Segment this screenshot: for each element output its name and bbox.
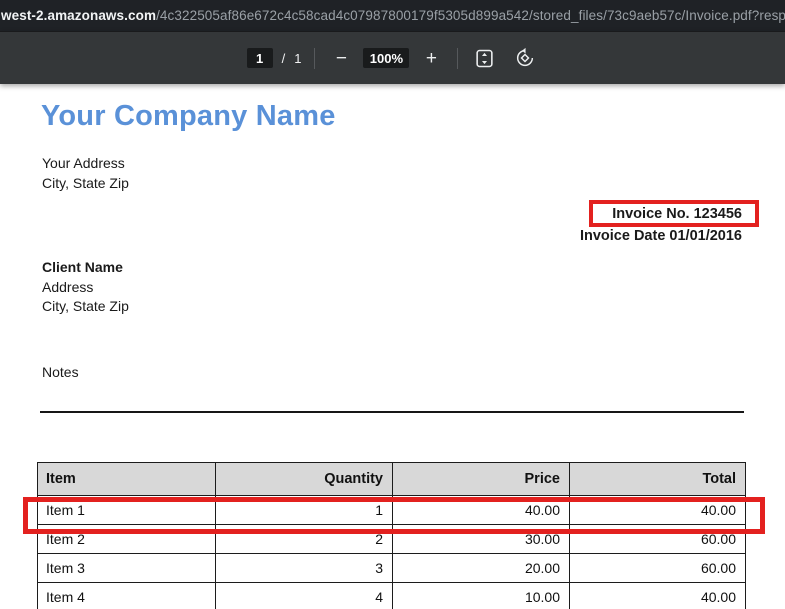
table-header-row: Item Quantity Price Total	[38, 463, 746, 496]
zoom-level[interactable]: 100%	[363, 48, 409, 68]
cell-quantity: 4	[216, 583, 393, 609]
page-controls: / 1	[247, 48, 302, 68]
browser-window: west-2.amazonaws.com/4c322505af86e672c4c…	[0, 0, 785, 609]
cell-quantity: 3	[216, 554, 393, 583]
company-address-line2: City, State Zip	[42, 173, 129, 193]
cell-price: 30.00	[393, 525, 570, 554]
cell-item: Item 3	[38, 554, 216, 583]
table-row: Item 3 3 20.00 60.00	[38, 554, 746, 583]
page-divider: /	[282, 51, 286, 66]
rotate-counterclockwise-button[interactable]	[512, 45, 538, 71]
cell-item: Item 2	[38, 525, 216, 554]
invoice-table: Item Quantity Price Total Item 1 1 40.00…	[37, 462, 746, 609]
rotate-counterclockwise-icon	[514, 47, 536, 69]
zoom-out-button[interactable]: −	[328, 45, 354, 71]
cell-price: 10.00	[393, 583, 570, 609]
horizontal-rule	[40, 411, 744, 413]
cell-item: Item 4	[38, 583, 216, 609]
column-header-item: Item	[38, 463, 216, 496]
company-address: Your Address City, State Zip	[42, 153, 129, 193]
fit-to-page-icon	[474, 48, 495, 69]
pdf-page: Your Company Name Your Address City, Sta…	[0, 83, 785, 609]
column-header-total: Total	[570, 463, 746, 496]
table-row: Item 2 2 30.00 60.00	[38, 525, 746, 554]
cell-price: 20.00	[393, 554, 570, 583]
client-address-line2: City, State Zip	[42, 297, 129, 317]
cell-total: 40.00	[570, 583, 746, 609]
zoom-controls: − 100% +	[328, 45, 444, 71]
url-host: west-2.amazonaws.com	[0, 8, 156, 23]
cell-total: 40.00	[570, 496, 746, 525]
cell-price: 40.00	[393, 496, 570, 525]
company-name: Your Company Name	[41, 100, 336, 133]
notes-label: Notes	[42, 364, 79, 380]
toolbar-divider	[314, 48, 315, 69]
invoice-number: Invoice No. 123456	[612, 206, 742, 222]
column-header-price: Price	[393, 463, 570, 496]
fit-to-page-button[interactable]	[471, 45, 497, 71]
client-block: Client Name Address City, State Zip	[42, 258, 129, 317]
cell-quantity: 2	[216, 525, 393, 554]
cell-total: 60.00	[570, 525, 746, 554]
pdf-toolbar: / 1 − 100% +	[0, 31, 785, 84]
view-controls	[471, 45, 538, 71]
zoom-in-button[interactable]: +	[418, 45, 444, 71]
toolbar-divider	[457, 48, 458, 69]
address-bar[interactable]: west-2.amazonaws.com/4c322505af86e672c4c…	[0, 0, 785, 31]
cell-total: 60.00	[570, 554, 746, 583]
page-total: 1	[294, 51, 301, 66]
plus-icon: +	[426, 49, 437, 68]
company-address-line1: Your Address	[42, 153, 129, 173]
table-row: Item 1 1 40.00 40.00	[38, 496, 746, 525]
table-row: Item 4 4 10.00 40.00	[38, 583, 746, 609]
cell-item: Item 1	[38, 496, 216, 525]
column-header-quantity: Quantity	[216, 463, 393, 496]
invoice-date: Invoice Date 01/01/2016	[580, 228, 742, 244]
url-path: /4c322505af86e672c4c58cad4c07987800179f5…	[156, 8, 785, 23]
client-address-line1: Address	[42, 278, 129, 298]
page-number-input[interactable]	[247, 48, 273, 68]
client-name: Client Name	[42, 258, 129, 278]
minus-icon: −	[336, 49, 347, 68]
cell-quantity: 1	[216, 496, 393, 525]
